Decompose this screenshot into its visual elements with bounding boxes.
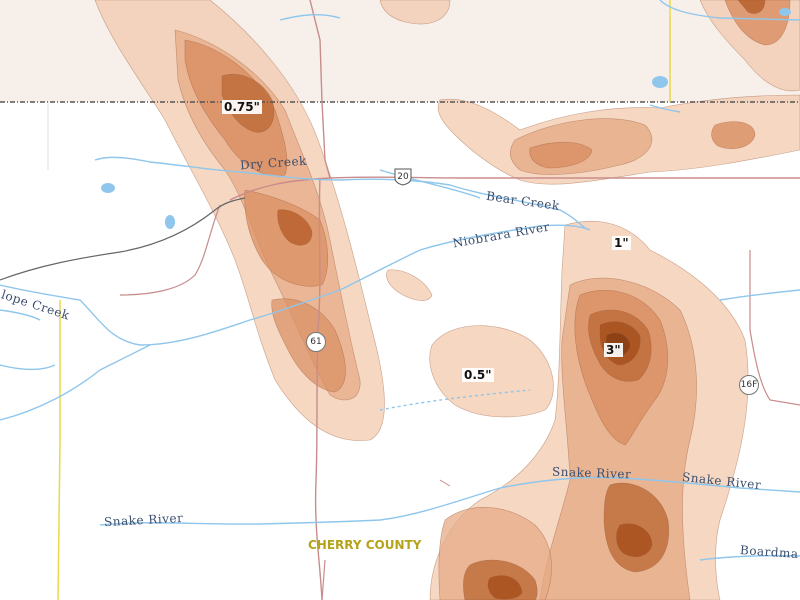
contour-label-0-5: 0.5" (462, 368, 494, 382)
county-line-west (57, 300, 61, 600)
contour-label-3: 3" (604, 343, 623, 357)
route-16f-shield: 16F (739, 375, 759, 395)
road-south (321, 559, 326, 600)
precipitation-blob-central (386, 269, 554, 418)
precipitation-band-east-horizontal (437, 94, 800, 185)
railroad (0, 197, 246, 281)
precipitation-map[interactable]: 0.75" 1" 3" 0.5" Dry Creek Bear Creek Ni… (0, 0, 800, 600)
stream-east-2 (719, 289, 800, 301)
lake (101, 183, 115, 193)
route-61-shield: 61 (306, 332, 326, 352)
river-label-snake-mid: Snake River (551, 464, 632, 482)
stream-west (0, 364, 56, 371)
route-16f-number: 16F (740, 380, 758, 390)
county-label: CHERRY COUNTY (308, 538, 422, 552)
map-canvas (0, 0, 800, 600)
lake (165, 215, 175, 229)
lope-creek (0, 344, 151, 421)
contour-label-1: 1" (612, 236, 631, 250)
lake (779, 8, 791, 16)
us-route-20-number: 20 (397, 172, 409, 182)
us-route-20-shield: 20 (393, 168, 413, 186)
contour-label-0-75: 0.75" (222, 100, 262, 114)
road-stub (439, 479, 451, 487)
route-61-number: 61 (310, 337, 322, 347)
lake (652, 76, 668, 88)
